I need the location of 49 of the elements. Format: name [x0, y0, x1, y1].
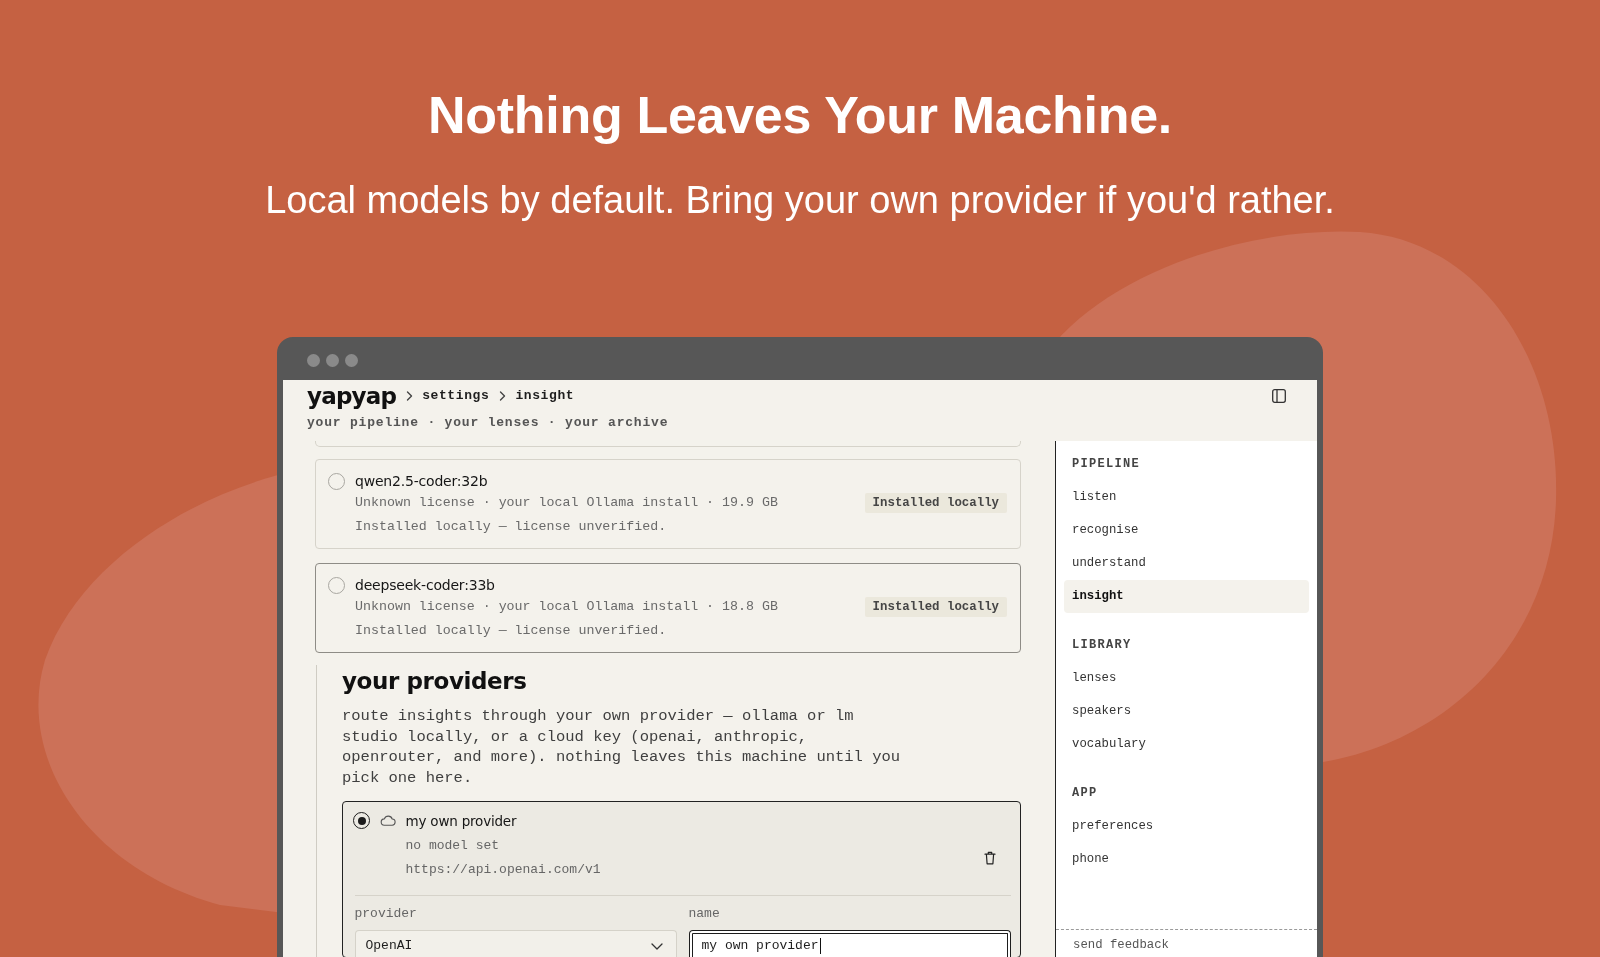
chevron-right-icon — [499, 391, 507, 401]
sidebar-item[interactable]: speakers — [1064, 695, 1309, 728]
provider-card[interactable]: my own provider no model set https://api.openai.com/v1 provider OpenAI name my own provider — [342, 801, 1021, 957]
model-details: Unknown license · your local Ollama install · 19.9 GB — [355, 494, 778, 512]
sidebar-item[interactable]: phone — [1064, 843, 1309, 876]
text-cursor — [819, 937, 822, 954]
trash-icon[interactable] — [983, 850, 996, 865]
breadcrumb-link[interactable]: insight — [515, 387, 575, 405]
text-input[interactable]: my own provider — [688, 929, 1011, 957]
provider-select[interactable]: OpenAI — [354, 929, 677, 957]
breadcrumb-link[interactable]: settings — [422, 387, 490, 405]
sidebar-item[interactable]: understand — [1064, 547, 1309, 580]
window-control-icon[interactable] — [326, 353, 339, 367]
provider-model: no model set — [405, 836, 500, 855]
sidebar-section-heading: LIBRARY — [1072, 637, 1132, 654]
chevron-down-icon — [650, 942, 663, 950]
sidebar-item[interactable]: lenses — [1064, 662, 1309, 695]
sidebar-section-heading: APP — [1072, 785, 1098, 802]
cloud-icon — [379, 815, 396, 826]
provider-name: my own provider — [405, 811, 517, 830]
section-heading: your providers — [342, 667, 527, 695]
section-description: route insights through your own provider — ollama or lm studio locally, or a cloud key (openai, anthropic, openrouter, and more). nothing leaves this machine until you pick one here. — [342, 706, 902, 788]
model-name: qwen2.5-coder:32b — [355, 472, 488, 490]
feedback-link[interactable]: send feedback — [1073, 938, 1169, 953]
model-card[interactable]: deepseek-coder:33b Unknown license · your local Ollama install · 18.8 GB Installed locally Installed locally — license unverified. — [315, 563, 1021, 653]
sidebar-section-heading: PIPELINE — [1072, 456, 1140, 473]
model-details: Unknown license · your local Ollama install · 18.8 GB — [355, 598, 778, 616]
window-control-icon[interactable] — [307, 353, 320, 367]
app-logo: yapyap — [307, 384, 397, 408]
sidebar-toggle-icon[interactable] — [1272, 389, 1286, 403]
model-note: Installed locally — license unverified. — [355, 518, 667, 536]
app-tagline: your pipeline · your lenses · your archive — [307, 415, 669, 431]
model-note: Installed locally — license unverified. — [355, 622, 667, 640]
sidebar-item[interactable]: listen — [1064, 481, 1309, 514]
status-badge: Installed locally — [864, 493, 1007, 513]
field-label: provider — [354, 905, 417, 922]
sidebar-item[interactable]: insight — [1064, 580, 1309, 613]
provider-url: https://api.openai.com/v1 — [405, 860, 601, 879]
window-control-icon[interactable] — [345, 353, 358, 367]
model-card[interactable]: qwen2.5-coder:32b Unknown license · your local Ollama install · 19.9 GB Installed locally Installed locally — license unverified. — [315, 459, 1021, 549]
status-badge: Installed locally — [864, 597, 1007, 617]
subheadline: Local models by default. Bring your own provider if you'd rather. — [265, 178, 1335, 223]
field-label: name — [688, 905, 720, 922]
chevron-right-icon — [406, 391, 414, 401]
sidebar-item[interactable]: vocabulary — [1064, 728, 1309, 761]
sidebar-item[interactable]: preferences — [1064, 810, 1309, 843]
sidebar-item[interactable]: recognise — [1064, 514, 1309, 547]
headline: Nothing Leaves Your Machine. — [428, 85, 1172, 146]
model-name: deepseek-coder:33b — [355, 576, 495, 594]
